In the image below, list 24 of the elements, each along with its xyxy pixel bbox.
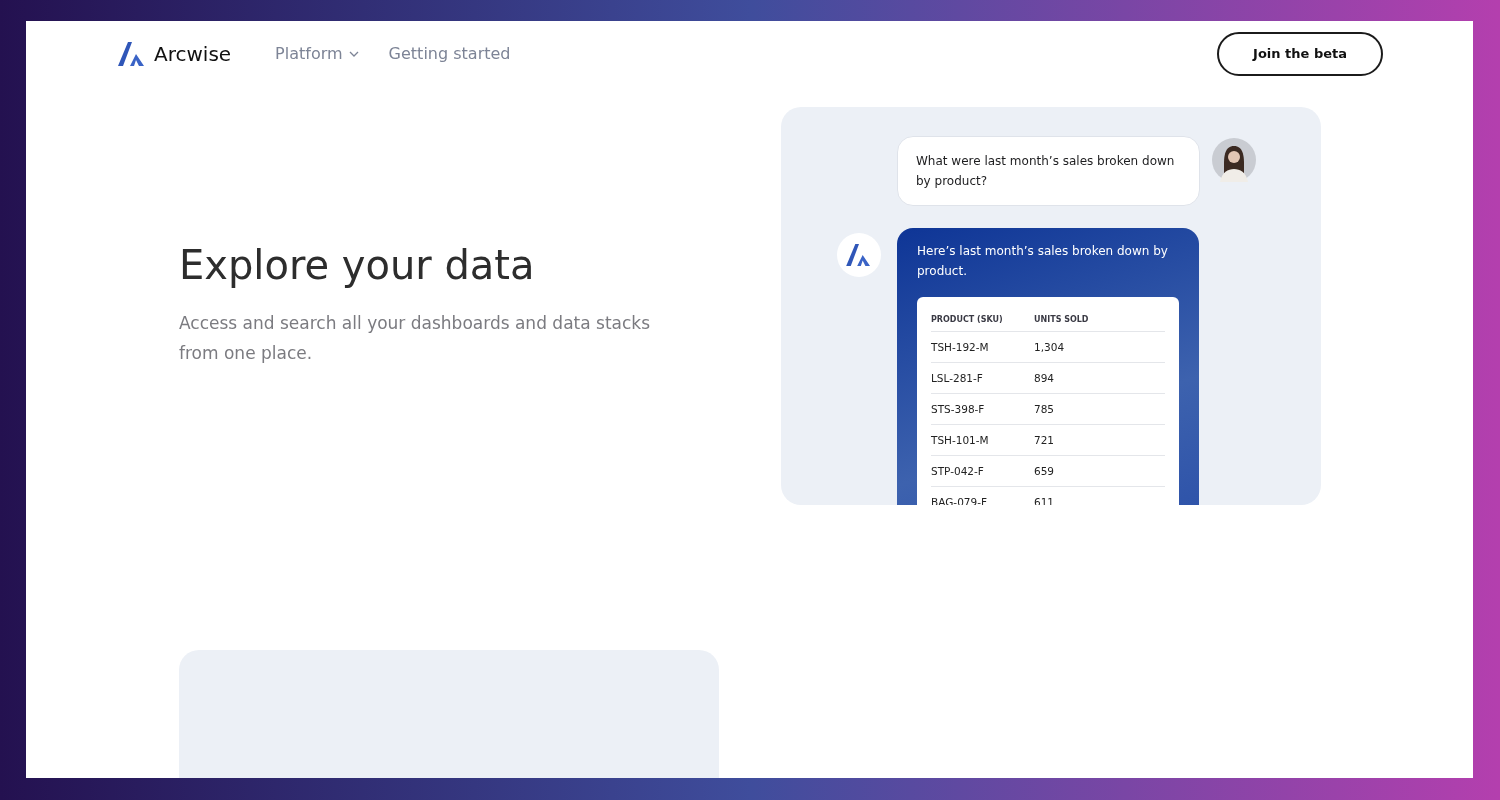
nav-link[interactable]: Getting started — [388, 44, 511, 63]
question-text: What were last month’s sales broken down by product? — [916, 154, 1175, 188]
hero-title: Explore your data — [179, 242, 536, 288]
join-beta-button[interactable]: Join the beta — [1217, 31, 1383, 76]
table-cell-text: TSH-101-M — [931, 434, 990, 446]
table-cell-text: LSL-281-F — [931, 372, 984, 384]
table-cell-text: 1,304 — [1034, 341, 1066, 353]
hero-subtitle: Access and search all your dashboards and data stacks from one place. — [179, 312, 652, 365]
table-cell-text: STS-398-F — [931, 403, 986, 415]
avatar — [1212, 138, 1256, 182]
column-header: PRODUCT (SKU) — [931, 314, 1004, 324]
answer-text: Here’s last month’s sales broken down by product. — [917, 243, 1169, 280]
brand-name[interactable]: Arcwise — [154, 41, 232, 66]
logo-icon — [846, 244, 872, 266]
table-cell-text: TSH-192-M — [931, 341, 990, 353]
table-cell-text: STP-042-F — [931, 465, 985, 477]
logo-icon — [118, 41, 146, 66]
table-cell-text: 721 — [1034, 434, 1056, 446]
table-cell-text: 659 — [1034, 465, 1056, 477]
chevron-down-icon — [348, 50, 359, 57]
table-cell-text: 785 — [1034, 403, 1056, 415]
table-cell-text: 894 — [1034, 372, 1056, 384]
nav-dropdown[interactable]: Platform — [275, 44, 359, 63]
column-header: UNITS SOLD — [1034, 314, 1090, 324]
